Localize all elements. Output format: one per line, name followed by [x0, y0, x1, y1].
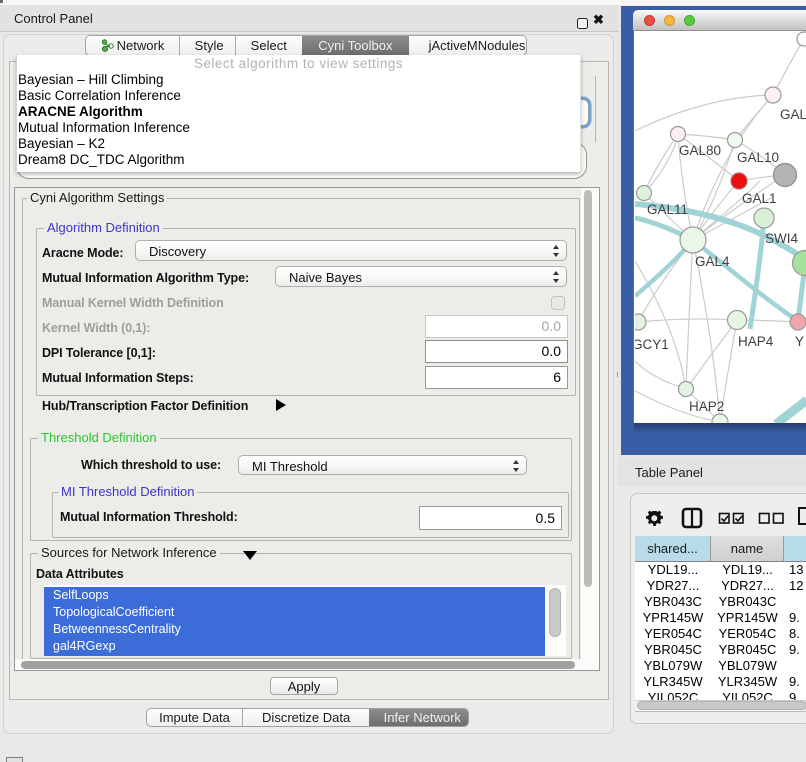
svg-text:HAP2: HAP2	[689, 399, 724, 414]
svg-text:GCY1: GCY1	[635, 337, 669, 352]
svg-text:SWI4: SWI4	[765, 231, 798, 246]
svg-text:GAL11: GAL11	[647, 202, 688, 217]
svg-text:GAL80: GAL80	[679, 143, 721, 158]
svg-text:HAP4: HAP4	[738, 334, 774, 349]
svg-text:GAL10: GAL10	[737, 150, 779, 165]
svg-text:GAL7: GAL7	[780, 107, 806, 122]
svg-text:GAL4: GAL4	[695, 254, 730, 269]
svg-text:GAL1: GAL1	[742, 191, 777, 206]
svg-text:Y: Y	[795, 334, 804, 349]
